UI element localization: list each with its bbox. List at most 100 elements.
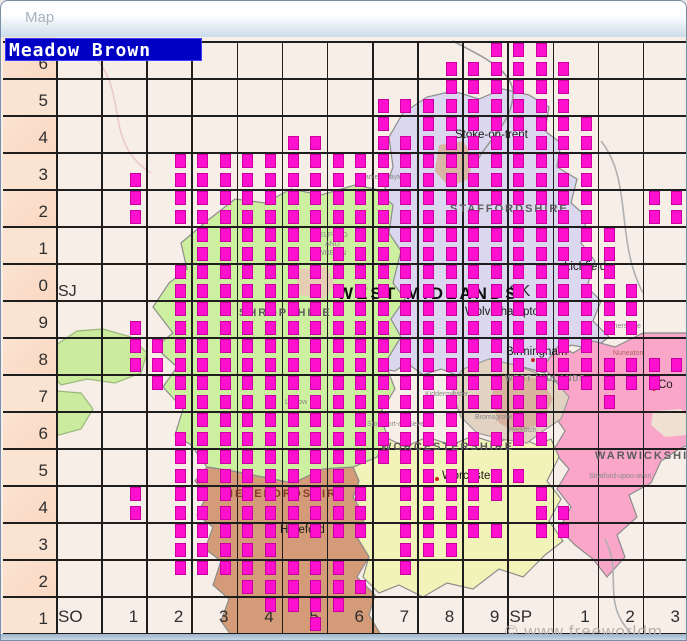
record-mark	[468, 376, 480, 391]
record-mark	[535, 505, 547, 520]
record-mark	[377, 320, 389, 335]
record-mark	[310, 598, 322, 613]
record-mark	[535, 172, 547, 187]
record-mark	[490, 117, 502, 132]
record-mark	[513, 117, 525, 132]
row-label: 3	[38, 165, 48, 184]
record-mark	[400, 191, 412, 206]
record-mark	[174, 302, 186, 317]
record-mark	[558, 172, 570, 187]
record-mark	[400, 209, 412, 224]
record-mark	[445, 172, 457, 187]
record-mark	[468, 320, 480, 335]
record-mark	[287, 357, 299, 372]
record-mark	[377, 246, 389, 261]
record-mark	[400, 524, 412, 539]
record-mark	[355, 283, 367, 298]
record-mark	[287, 209, 299, 224]
record-mark	[310, 283, 322, 298]
grid-letter: SJ	[58, 283, 77, 300]
record-mark	[197, 228, 209, 243]
record-mark	[219, 283, 231, 298]
record-mark	[422, 431, 434, 446]
record-mark	[197, 431, 209, 446]
record-mark	[287, 376, 299, 391]
species-name-label[interactable]: Meadow Brown	[5, 38, 202, 61]
record-mark	[264, 524, 276, 539]
record-mark	[490, 228, 502, 243]
record-mark	[445, 265, 457, 280]
record-mark	[468, 80, 480, 95]
record-mark	[603, 394, 615, 409]
record-mark	[332, 283, 344, 298]
record-mark	[219, 413, 231, 428]
record-mark	[242, 487, 254, 502]
record-mark	[400, 246, 412, 261]
record-mark	[468, 209, 480, 224]
record-mark	[535, 339, 547, 354]
map-canvas[interactable]: 6543210987654321SO123456789SP123SJSK Sto…	[1, 37, 686, 640]
record-mark	[535, 191, 547, 206]
record-mark	[264, 579, 276, 594]
record-mark	[310, 487, 322, 502]
record-mark	[558, 228, 570, 243]
record-mark	[400, 413, 412, 428]
record-mark	[197, 561, 209, 576]
record-mark	[129, 357, 141, 372]
record-mark	[445, 98, 457, 113]
title-bar[interactable]: Map	[1, 1, 686, 37]
record-mark	[219, 154, 231, 169]
record-mark	[468, 302, 480, 317]
record-mark	[490, 80, 502, 95]
record-mark	[535, 413, 547, 428]
record-mark	[264, 191, 276, 206]
record-mark	[377, 413, 389, 428]
map-window: Map 6543210987654321SO123456789SP123SJSK…	[0, 0, 687, 641]
record-mark	[264, 154, 276, 169]
record-mark	[422, 283, 434, 298]
record-mark	[219, 468, 231, 483]
record-mark	[468, 431, 480, 446]
record-mark	[174, 283, 186, 298]
record-mark	[580, 376, 592, 391]
record-mark	[535, 228, 547, 243]
record-mark	[400, 376, 412, 391]
record-mark	[174, 265, 186, 280]
record-mark	[332, 505, 344, 520]
record-mark	[310, 394, 322, 409]
record-mark	[242, 505, 254, 520]
record-mark	[264, 228, 276, 243]
record-mark	[558, 339, 570, 354]
record-mark	[535, 376, 547, 391]
record-mark	[422, 98, 434, 113]
record-mark	[355, 302, 367, 317]
record-mark	[445, 431, 457, 446]
record-mark	[310, 616, 322, 631]
record-mark	[468, 117, 480, 132]
record-mark	[355, 413, 367, 428]
record-mark	[129, 209, 141, 224]
record-mark	[310, 228, 322, 243]
record-mark	[287, 320, 299, 335]
record-mark	[264, 487, 276, 502]
record-mark	[377, 265, 389, 280]
record-mark	[174, 431, 186, 446]
record-mark	[129, 505, 141, 520]
record-mark	[445, 394, 457, 409]
record-mark	[197, 542, 209, 557]
record-mark	[355, 228, 367, 243]
record-mark	[445, 80, 457, 95]
record-mark	[558, 98, 570, 113]
record-mark	[513, 339, 525, 354]
row-label: 9	[38, 313, 48, 332]
record-mark	[242, 209, 254, 224]
row-label: 1	[38, 609, 48, 628]
record-mark	[355, 394, 367, 409]
record-mark	[671, 357, 683, 372]
record-mark	[332, 487, 344, 502]
record-mark	[219, 376, 231, 391]
record-mark	[197, 246, 209, 261]
record-mark	[468, 357, 480, 372]
grid-line-horizontal	[3, 78, 686, 80]
record-mark	[648, 376, 660, 391]
